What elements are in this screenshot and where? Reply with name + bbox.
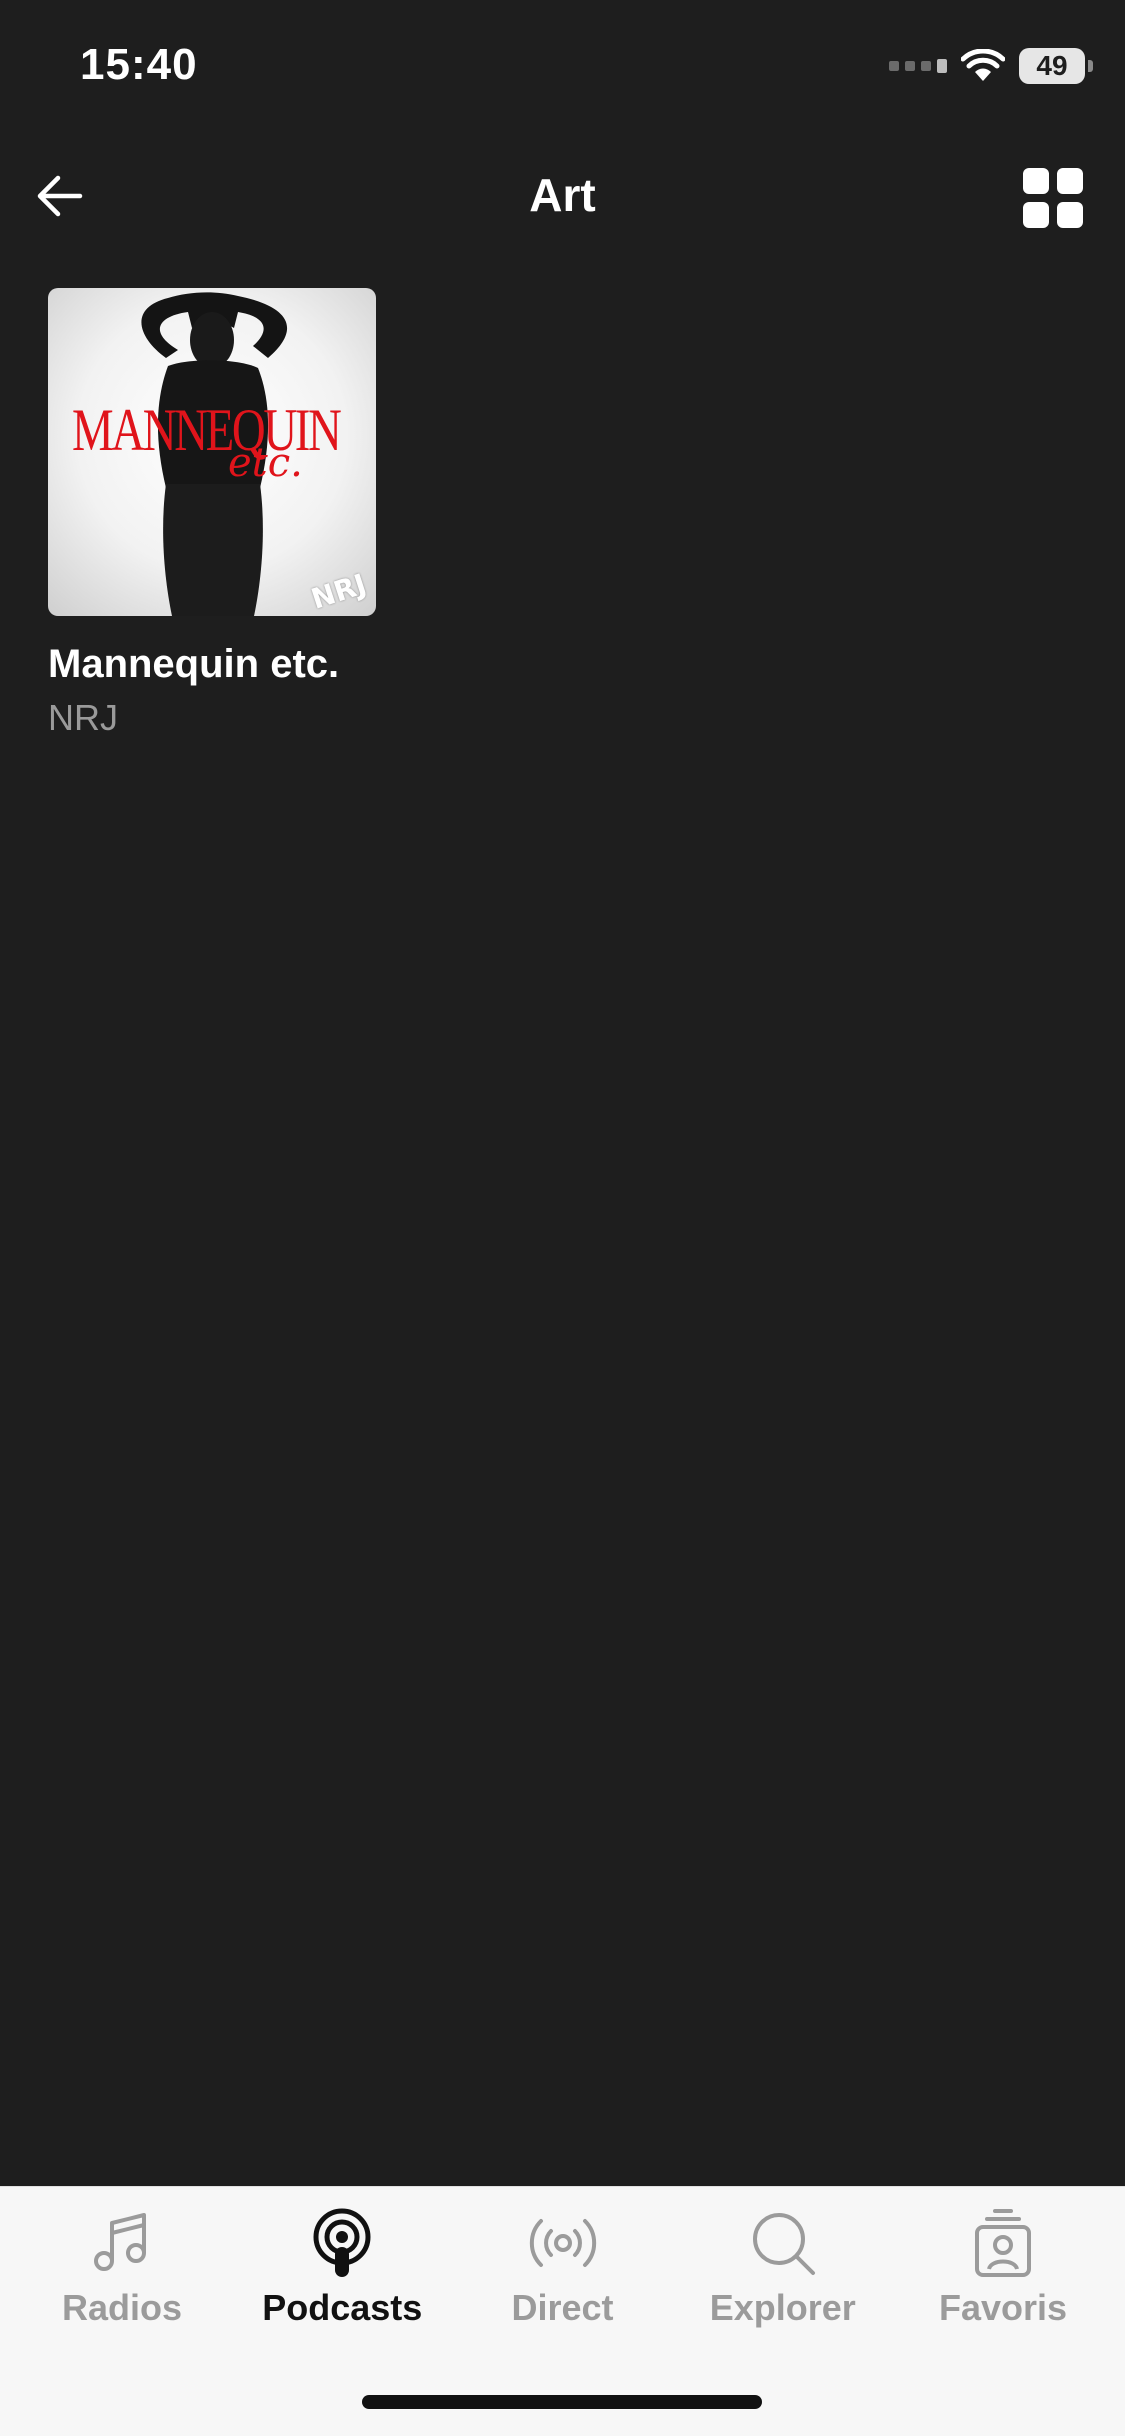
page-title: Art — [529, 169, 596, 221]
cover-script-text: etc. — [228, 440, 303, 486]
home-indicator — [362, 2395, 762, 2409]
tab-direct[interactable]: Direct — [463, 2207, 663, 2329]
status-time: 15:40 — [80, 40, 198, 89]
grid-view-icon — [1023, 168, 1049, 194]
broadcast-icon — [529, 2219, 596, 2267]
tab-explorer[interactable]: Explorer — [683, 2207, 883, 2329]
podcast-card[interactable]: MANNEQUIN etc. NRJ Mannequin etc. NRJ — [48, 288, 378, 739]
tab-bar: Radios Podcasts Direct Explorer Favoris — [0, 2186, 1125, 2436]
tab-label: Podcasts — [262, 2287, 423, 2328]
wifi-icon — [961, 49, 1005, 81]
header: Art — [0, 150, 1125, 250]
grid-view-button[interactable] — [1023, 168, 1083, 228]
search-icon — [752, 2213, 815, 2275]
tab-podcasts[interactable]: Podcasts — [242, 2207, 442, 2329]
screen: 15:40 49 Art MANNEQUIN etc. NRJ Mannequi… — [0, 0, 1125, 2436]
battery-icon: 49 — [1019, 48, 1093, 84]
podcast-grid: MANNEQUIN etc. NRJ Mannequin etc. NRJ — [48, 288, 378, 739]
cellular-signal-icon — [889, 59, 947, 73]
tab-label: Favoris — [938, 2287, 1068, 2328]
podcast-cover[interactable]: MANNEQUIN etc. NRJ — [48, 288, 376, 616]
tab-favoris[interactable]: Favoris — [903, 2207, 1103, 2329]
podcast-icon — [313, 2208, 371, 2277]
tab-label: Explorer — [709, 2287, 856, 2328]
status-indicators: 49 — [889, 48, 1093, 84]
music-note-icon — [94, 2213, 146, 2271]
tab-radios[interactable]: Radios — [22, 2207, 222, 2329]
status-bar: 15:40 49 — [0, 0, 1125, 140]
favorites-icon — [975, 2209, 1031, 2277]
tab-label: Direct — [511, 2287, 614, 2328]
podcast-title[interactable]: Mannequin etc. — [48, 642, 378, 687]
tab-label: Radios — [61, 2287, 183, 2328]
podcast-author: NRJ — [48, 697, 118, 738]
